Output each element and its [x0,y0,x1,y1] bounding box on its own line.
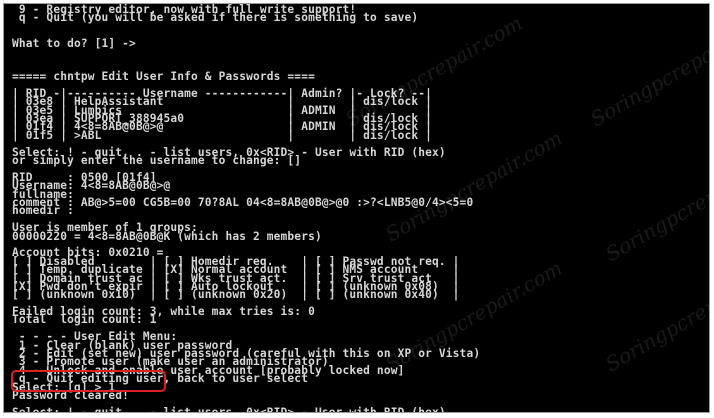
password-cleared-highlight [11,370,166,392]
terminal-window[interactable]: 9 - Registry editor, now with full write… [3,3,710,413]
terminal-line: ===== chntpw Edit User Info & Passwords … [12,70,315,84]
terminal-output: 9 - Registry editor, now with full write… [12,4,705,413]
terminal-line: Username: 4<8=8AB@0B@>@ [12,179,171,193]
terminal-line: What to do? [1] -> [12,36,143,50]
terminal-line: Password cleared! [12,388,130,402]
terminal-line: [ ] (unknown 0x10) | [ ] (unknown 0x20) … [12,288,460,302]
terminal-line: 00000220 = 4<8=8AB@0B@K (which has 2 mem… [12,229,322,243]
terminal-line: q - Quit (you will be asked if there is … [12,11,419,25]
terminal-line: Select: ! - quit, . - list users, 0x<RID… [12,405,446,413]
terminal-line: comment : AB@>5=00 CG5B=00 70?8AL 04<8=8… [12,195,474,209]
terminal-line: | 01f5 | >ABL | | dis/lock | [12,128,433,142]
terminal-line: Total login count: 1 [12,313,157,327]
